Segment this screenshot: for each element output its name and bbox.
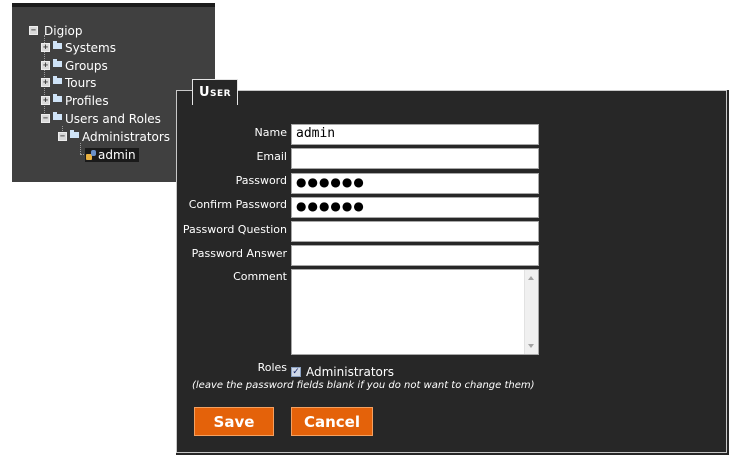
- password-answer-field[interactable]: [291, 245, 539, 266]
- confirm-password-field[interactable]: ●●●●●●: [291, 197, 539, 218]
- email-label: Email: [256, 150, 287, 163]
- folder-icon: [53, 111, 62, 120]
- tree-node-administrators[interactable]: − Administrators: [58, 128, 170, 145]
- administrators-option-label: Administrators: [306, 365, 395, 379]
- folder-icon: [53, 75, 62, 84]
- tree-node-label: Tours: [65, 75, 97, 90]
- tree-node-label: Profiles: [65, 93, 109, 108]
- expand-icon[interactable]: +: [41, 96, 50, 105]
- tree-node-label: Systems: [65, 40, 116, 55]
- folder-icon: [53, 40, 62, 49]
- name-label: Name: [254, 126, 287, 139]
- folder-icon: [53, 58, 62, 67]
- cancel-button[interactable]: Cancel: [291, 407, 373, 436]
- comment-label: Comment: [233, 270, 287, 283]
- panel-title: User: [192, 79, 239, 105]
- roles-option[interactable]: ✓ Administrators: [291, 365, 394, 379]
- tree-node-label: Groups: [65, 58, 108, 73]
- tree-node-label: Digiop: [44, 23, 83, 38]
- folder-icon: [70, 129, 79, 138]
- collapse-icon[interactable]: −: [58, 132, 67, 141]
- name-field[interactable]: admin: [291, 124, 539, 145]
- comment-textarea[interactable]: [291, 269, 539, 355]
- scroll-up-arrow-icon[interactable]: [528, 276, 534, 280]
- expand-icon[interactable]: +: [41, 43, 50, 52]
- tree-node-label: Users and Roles: [65, 111, 161, 126]
- tree-node-root[interactable]: − Digiop: [29, 22, 82, 39]
- password-field[interactable]: ●●●●●●: [291, 173, 539, 194]
- password-question-field[interactable]: [291, 221, 539, 242]
- password-answer-label: Password Answer: [191, 247, 287, 260]
- tree-node-label: admin: [98, 147, 136, 162]
- user-icon: [86, 149, 96, 160]
- save-button[interactable]: Save: [194, 407, 274, 436]
- collapse-icon[interactable]: −: [41, 114, 50, 123]
- selected-node[interactable]: admin: [85, 147, 139, 162]
- email-field[interactable]: [291, 148, 539, 169]
- tree-node-groups[interactable]: + Groups: [41, 57, 108, 74]
- tree-node-admin[interactable]: admin: [85, 146, 139, 163]
- comment-scrollbar[interactable]: [524, 270, 538, 354]
- scroll-down-arrow-icon[interactable]: [528, 344, 534, 348]
- roles-label: Roles: [257, 361, 287, 374]
- expand-icon[interactable]: +: [41, 61, 50, 70]
- collapse-icon[interactable]: −: [29, 26, 38, 35]
- tree-node-tours[interactable]: + Tours: [41, 74, 96, 91]
- confirm-password-label: Confirm Password: [188, 198, 287, 211]
- tree-node-users-and-roles[interactable]: − Users and Roles: [41, 110, 161, 127]
- password-label: Password: [235, 174, 287, 187]
- tree-node-label: Administrators: [82, 129, 171, 144]
- password-question-label: Password Question: [182, 223, 287, 236]
- expand-icon[interactable]: +: [41, 78, 50, 87]
- folder-icon: [53, 93, 62, 102]
- tree-node-systems[interactable]: + Systems: [41, 39, 116, 56]
- tree-node-profiles[interactable]: + Profiles: [41, 92, 109, 109]
- administrators-checkbox[interactable]: ✓: [291, 367, 301, 377]
- password-hint: (leave the password fields blank if you …: [192, 380, 535, 391]
